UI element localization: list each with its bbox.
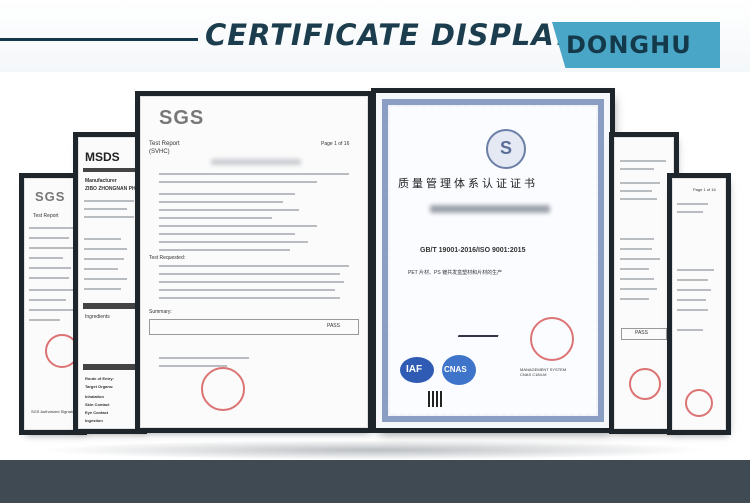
certificate-scope: PET 片材、PS 镀共发盒塑材和片材的生产: [408, 270, 503, 276]
brand-name: DONGHU: [566, 31, 692, 59]
ingestion-label: Ingestion: [85, 418, 103, 423]
certificate-standard: GB/T 19001-2016/ISO 9001:2015: [420, 247, 526, 254]
cnas-label: CNAS: [444, 365, 467, 374]
qr-code: [428, 391, 444, 407]
sgs-logo: SGS: [35, 189, 66, 204]
report-heading: Test Report: [33, 213, 59, 219]
red-stamp: [685, 389, 713, 417]
requested-label: Test Requested:: [149, 255, 186, 261]
red-stamp: [201, 367, 245, 411]
target-label: Target Organs:: [85, 384, 114, 389]
red-stamp: [530, 317, 574, 361]
certificate-title: 质量管理体系认证证书: [398, 177, 538, 190]
sgs-report-small: SGS Test Report SGS Authorized Signatory: [24, 178, 82, 430]
inhalation-label: Inhalation: [85, 394, 104, 399]
test-report-far-right: Page 1 of 16: [672, 178, 726, 430]
report-page: Page 1 of 16: [321, 141, 350, 147]
certificate-body: S 质量管理体系认证证书 GB/T 19001-2016/ISO 9001:20…: [390, 107, 596, 414]
section-2-label: Ingredients: [85, 314, 110, 320]
report-heading: Test Report: [149, 141, 180, 147]
manufacturer-name: ZIBO ZHONGNAN PHA: [85, 186, 140, 192]
red-stamp: [629, 368, 661, 400]
summary-label: Summary:: [149, 309, 172, 315]
certificate-seal-icon: S: [486, 129, 526, 169]
route-label: Route of Entry:: [85, 376, 114, 381]
msds-logo: MSDS: [85, 150, 120, 164]
quality-management-certificate: S 质量管理体系认证证书 GB/T 19001-2016/ISO 9001:20…: [376, 93, 610, 428]
test-report-right: PASS: [614, 137, 674, 429]
report-sub: (SVHC): [149, 149, 170, 155]
signatory-line: SGS Authorized Signatory: [31, 409, 78, 414]
msds-document: MSDS Manufacturer ZIBO ZHONGNAN PHA Ingr…: [78, 137, 142, 429]
sgs-test-report: SGS Test Report (SVHC) Page 1 of 16 Test…: [140, 96, 368, 428]
eye-label: Eye Contact: [85, 410, 109, 415]
pass-result: PASS: [635, 330, 648, 336]
floor-shadow: [40, 440, 710, 460]
blurred-company-name: [211, 159, 301, 165]
header-banner: CERTIFICATE DISPLAY DONGHU: [0, 0, 750, 72]
page-title: CERTIFICATE DISPLAY: [205, 18, 574, 52]
display-floor: [0, 460, 750, 503]
blurred-holder-name: [430, 205, 550, 213]
cnas-sub: MANAGEMENT SYSTEM CNAS C184-M: [520, 367, 567, 377]
skin-label: Skin Contact: [85, 402, 110, 407]
banner-left-rule: [0, 38, 198, 41]
sgs-logo: SGS: [159, 107, 205, 129]
pass-result: PASS: [327, 323, 340, 329]
iaf-label: IAF: [406, 364, 423, 375]
manufacturer-label: Manufacturer: [85, 178, 117, 184]
report-page: Page 1 of 16: [693, 187, 716, 192]
red-stamp: [45, 334, 79, 368]
